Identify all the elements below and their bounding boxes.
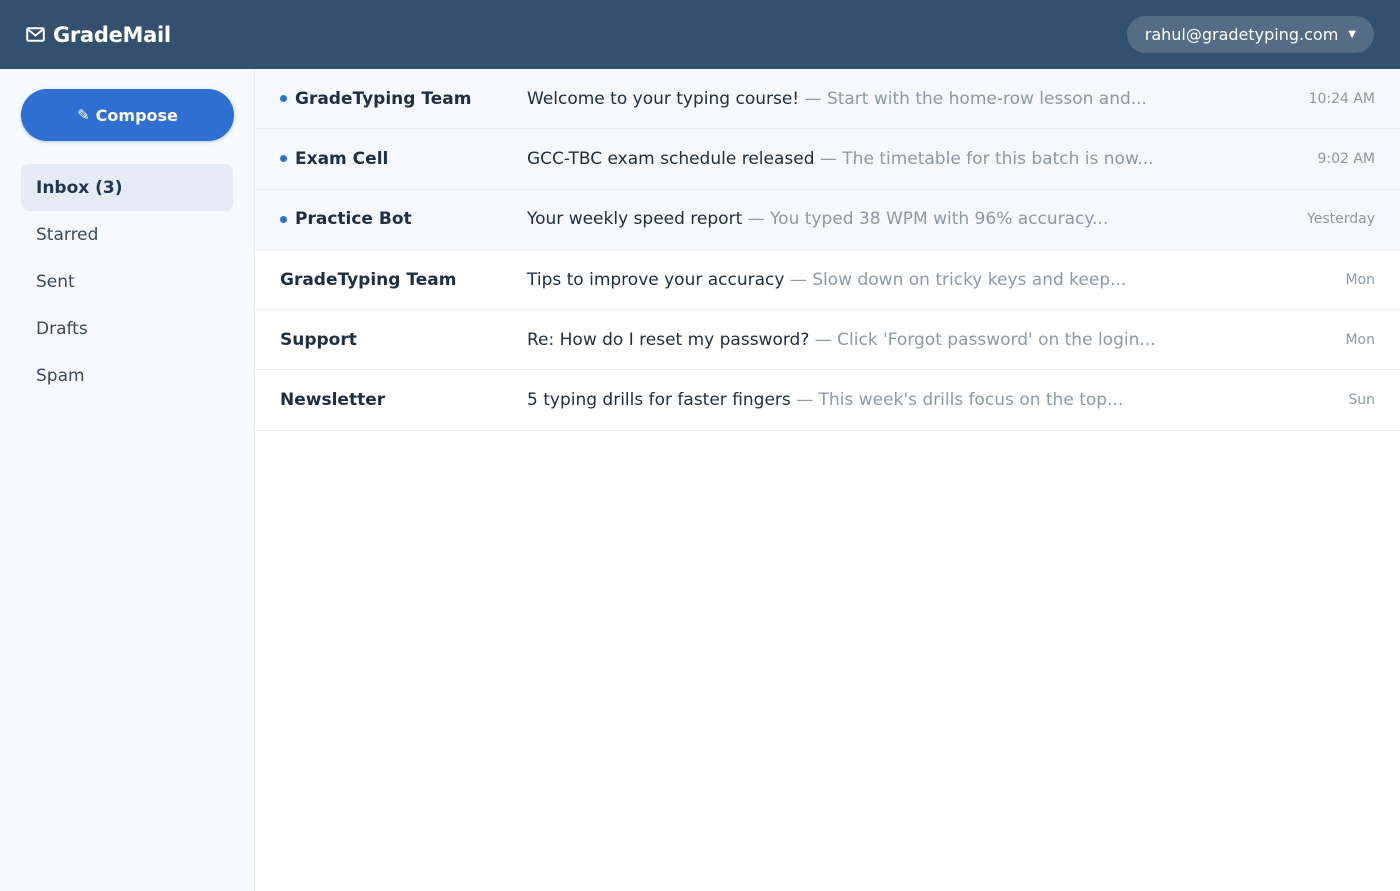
subject-separator: — — [814, 329, 832, 350]
sender-name: GradeTyping Team — [280, 269, 457, 290]
sender-name: Exam Cell — [295, 148, 389, 169]
sidebar-item-label: Drafts — [36, 318, 88, 339]
sidebar-item-inbox[interactable]: Inbox (3) — [21, 164, 233, 211]
email-list: GradeTyping Team Welcome to your typing c… — [255, 69, 1400, 431]
email-preview: Your weekly speed report — You typed 38 … — [527, 209, 1255, 229]
email-subject: GCC-TBC exam schedule released — [527, 148, 815, 169]
chevron-down-icon: ▼ — [1348, 29, 1356, 40]
email-snippet: This week's drills focus on the top... — [818, 390, 1124, 411]
unread-dot-icon — [280, 215, 287, 223]
sidebar-item-label: Inbox (3) — [36, 177, 123, 198]
unread-dot-icon — [280, 155, 287, 163]
sidebar-item-sent[interactable]: Sent — [21, 258, 233, 305]
sender-name: Support — [280, 329, 357, 350]
brand[interactable]: GradeMail — [26, 23, 171, 47]
email-row[interactable]: Exam Cell GCC-TBC exam schedule released … — [255, 129, 1400, 190]
email-sender: Exam Cell — [280, 149, 527, 169]
account-email: rahul@gradetyping.com — [1144, 25, 1339, 44]
sidebar: ✎ Compose Inbox (3) Starred Sent Drafts Spam — [0, 69, 255, 891]
email-subject: Re: How do I reset my password? — [527, 329, 810, 350]
subject-separator: — — [789, 269, 807, 290]
email-subject: Your weekly speed report — [527, 209, 743, 230]
sidebar-item-spam[interactable]: Spam — [21, 352, 233, 399]
sender-name: Practice Bot — [295, 209, 412, 230]
email-sender: Practice Bot — [280, 209, 527, 229]
email-sender: GradeTyping Team — [280, 89, 527, 109]
top-bar: GradeMail rahul@gradetyping.com ▼ — [0, 0, 1400, 69]
email-subject: Tips to improve your accuracy — [527, 269, 785, 290]
email-snippet: Slow down on tricky keys and keep... — [812, 269, 1127, 290]
subject-separator: — — [819, 148, 837, 169]
email-row[interactable]: Support Re: How do I reset my password? —… — [255, 310, 1400, 371]
email-sender: Newsletter — [280, 390, 527, 410]
sender-name: GradeTyping Team — [295, 88, 472, 109]
sidebar-item-label: Starred — [36, 224, 99, 245]
email-preview: Re: How do I reset my password? — Click … — [527, 330, 1255, 350]
email-row[interactable]: GradeTyping Team Tips to improve your acc… — [255, 249, 1400, 311]
email-time: Mon — [1345, 331, 1375, 348]
email-preview: GCC-TBC exam schedule released — The tim… — [527, 149, 1255, 169]
email-sender: GradeTyping Team — [280, 270, 527, 290]
folder-list: Inbox (3) Starred Sent Drafts Spam — [21, 164, 233, 399]
email-snippet: Click 'Forgot password' on the login... — [837, 329, 1156, 350]
email-row[interactable]: Newsletter 5 typing drills for faster fin… — [255, 370, 1400, 431]
app-name: GradeMail — [53, 22, 171, 47]
sidebar-item-label: Spam — [36, 365, 85, 386]
email-sender: Support — [280, 330, 527, 350]
sender-name: Newsletter — [280, 390, 386, 411]
email-subject: 5 typing drills for faster fingers — [527, 390, 791, 411]
compose-button[interactable]: ✎ Compose — [21, 89, 234, 141]
unread-dot-icon — [280, 95, 287, 103]
email-preview: Welcome to your typing course! — Start w… — [527, 89, 1255, 109]
email-subject: Welcome to your typing course! — [527, 88, 800, 109]
subject-separator: — — [804, 88, 822, 109]
subject-separator: — — [796, 390, 814, 411]
email-snippet: Start with the home-row lesson and... — [826, 88, 1147, 109]
envelope-icon — [26, 27, 45, 42]
email-time: Sun — [1348, 392, 1375, 409]
email-row[interactable]: Practice Bot Your weekly speed report — Y… — [255, 189, 1400, 250]
sidebar-item-starred[interactable]: Starred — [21, 211, 233, 258]
email-preview: Tips to improve your accuracy — Slow dow… — [527, 270, 1255, 290]
email-snippet: The timetable for this batch is now... — [842, 148, 1154, 169]
email-time: 10:24 AM — [1308, 90, 1375, 107]
email-time: 9:02 AM — [1317, 150, 1375, 167]
compose-label: Compose — [95, 105, 178, 125]
email-time: Yesterday — [1307, 211, 1375, 228]
sidebar-item-label: Sent — [36, 271, 75, 292]
subject-separator: — — [747, 209, 765, 230]
account-switcher[interactable]: rahul@gradetyping.com ▼ — [1126, 16, 1374, 53]
sidebar-item-drafts[interactable]: Drafts — [21, 305, 233, 352]
email-snippet: You typed 38 WPM with 96% accuracy... — [770, 209, 1109, 230]
pencil-icon: ✎ — [77, 106, 90, 124]
email-time: Mon — [1345, 271, 1375, 288]
email-row[interactable]: GradeTyping Team Welcome to your typing c… — [255, 69, 1400, 130]
email-preview: 5 typing drills for faster fingers — Thi… — [527, 390, 1255, 410]
